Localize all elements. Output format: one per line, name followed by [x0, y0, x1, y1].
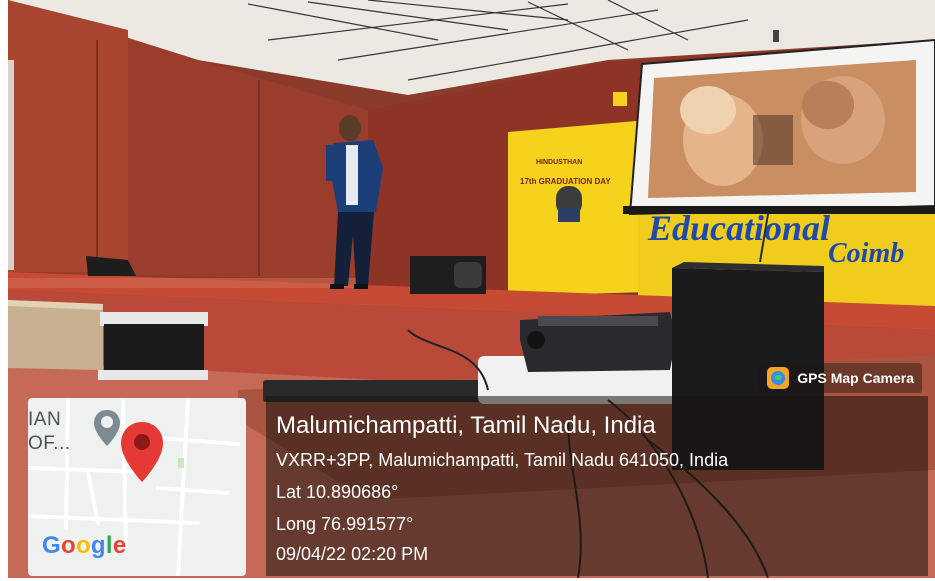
location-info-panel: GPS Map Camera Malumichampatti, Tamil Na… [266, 363, 928, 576]
location-title: Malumichampatti, Tamil Nadu, India [276, 412, 656, 439]
map-label-line-1: IAN [28, 409, 62, 430]
map-label-line-2: OF... [28, 433, 71, 454]
latitude: Lat 10.890686° [276, 482, 399, 502]
map-place-label: IAN OF... [28, 408, 71, 456]
banner-line-1: HINDUSTHAN [536, 159, 582, 166]
photo-scene: HINDUSTHAN 17th GRADUATION DAY Education… [8, 0, 935, 578]
timestamp: 09/04/22 02:20 PM [276, 544, 429, 564]
location-address: VXRR+3PP, Malumichampatti, Tamil Nadu 64… [276, 450, 729, 470]
gps-map-camera-icon [767, 367, 790, 389]
longitude: Long 76.991577° [276, 514, 414, 534]
map-thumbnail: IAN OF... Google [28, 398, 246, 576]
map-pin-icon [121, 422, 163, 482]
gps-map-camera-badge: GPS Map Camera [759, 363, 922, 393]
app-name: GPS Map Camera [797, 370, 914, 386]
banner-sign-text-2: Coimb [828, 238, 904, 269]
banner-line-2: 17th GRADUATION DAY [520, 177, 611, 186]
google-logo: Google [42, 532, 127, 559]
